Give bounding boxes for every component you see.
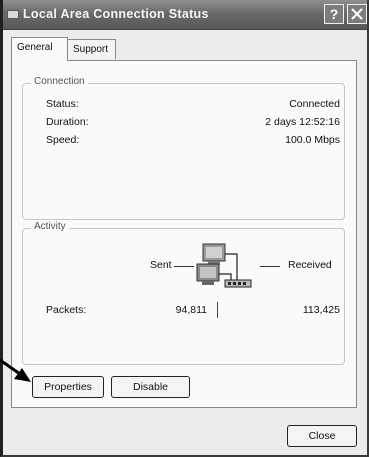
properties-button[interactable]: Properties [32, 376, 104, 398]
pointer-arrow-icon [0, 358, 31, 382]
duration-value: 2 days 12:52:16 [265, 116, 340, 128]
title-bar[interactable]: Local Area Connection Status ? [3, 0, 367, 30]
duration-label: Duration: [46, 116, 89, 128]
status-label: Status: [46, 98, 79, 110]
tab-support[interactable]: Support [67, 39, 116, 59]
packets-received-value: 113,425 [302, 304, 340, 316]
connection-legend: Connection [31, 76, 88, 87]
speed-label: Speed: [46, 134, 80, 146]
activity-group: Activity [22, 221, 345, 365]
window-title: Local Area Connection Status [23, 7, 209, 21]
packets-label: Packets: [46, 304, 87, 316]
close-button[interactable]: Close [287, 425, 357, 447]
close-icon [351, 8, 363, 20]
packets-sent-value: 94,811 [175, 304, 207, 316]
network-activity-icon [196, 243, 252, 288]
received-dash [260, 266, 280, 267]
status-value: Connected [289, 98, 340, 110]
disable-button[interactable]: Disable [111, 376, 190, 398]
speed-value: 100.0 Mbps [285, 134, 340, 146]
tab-general[interactable]: General [11, 37, 68, 61]
activity-legend: Activity [31, 221, 69, 232]
network-connection-icon [7, 10, 19, 19]
sent-dash [174, 266, 194, 267]
received-label: Received [288, 259, 332, 271]
sent-label: Sent [150, 259, 172, 271]
close-window-button[interactable] [347, 4, 367, 24]
help-button[interactable]: ? [324, 4, 344, 24]
packets-divider [217, 302, 218, 318]
